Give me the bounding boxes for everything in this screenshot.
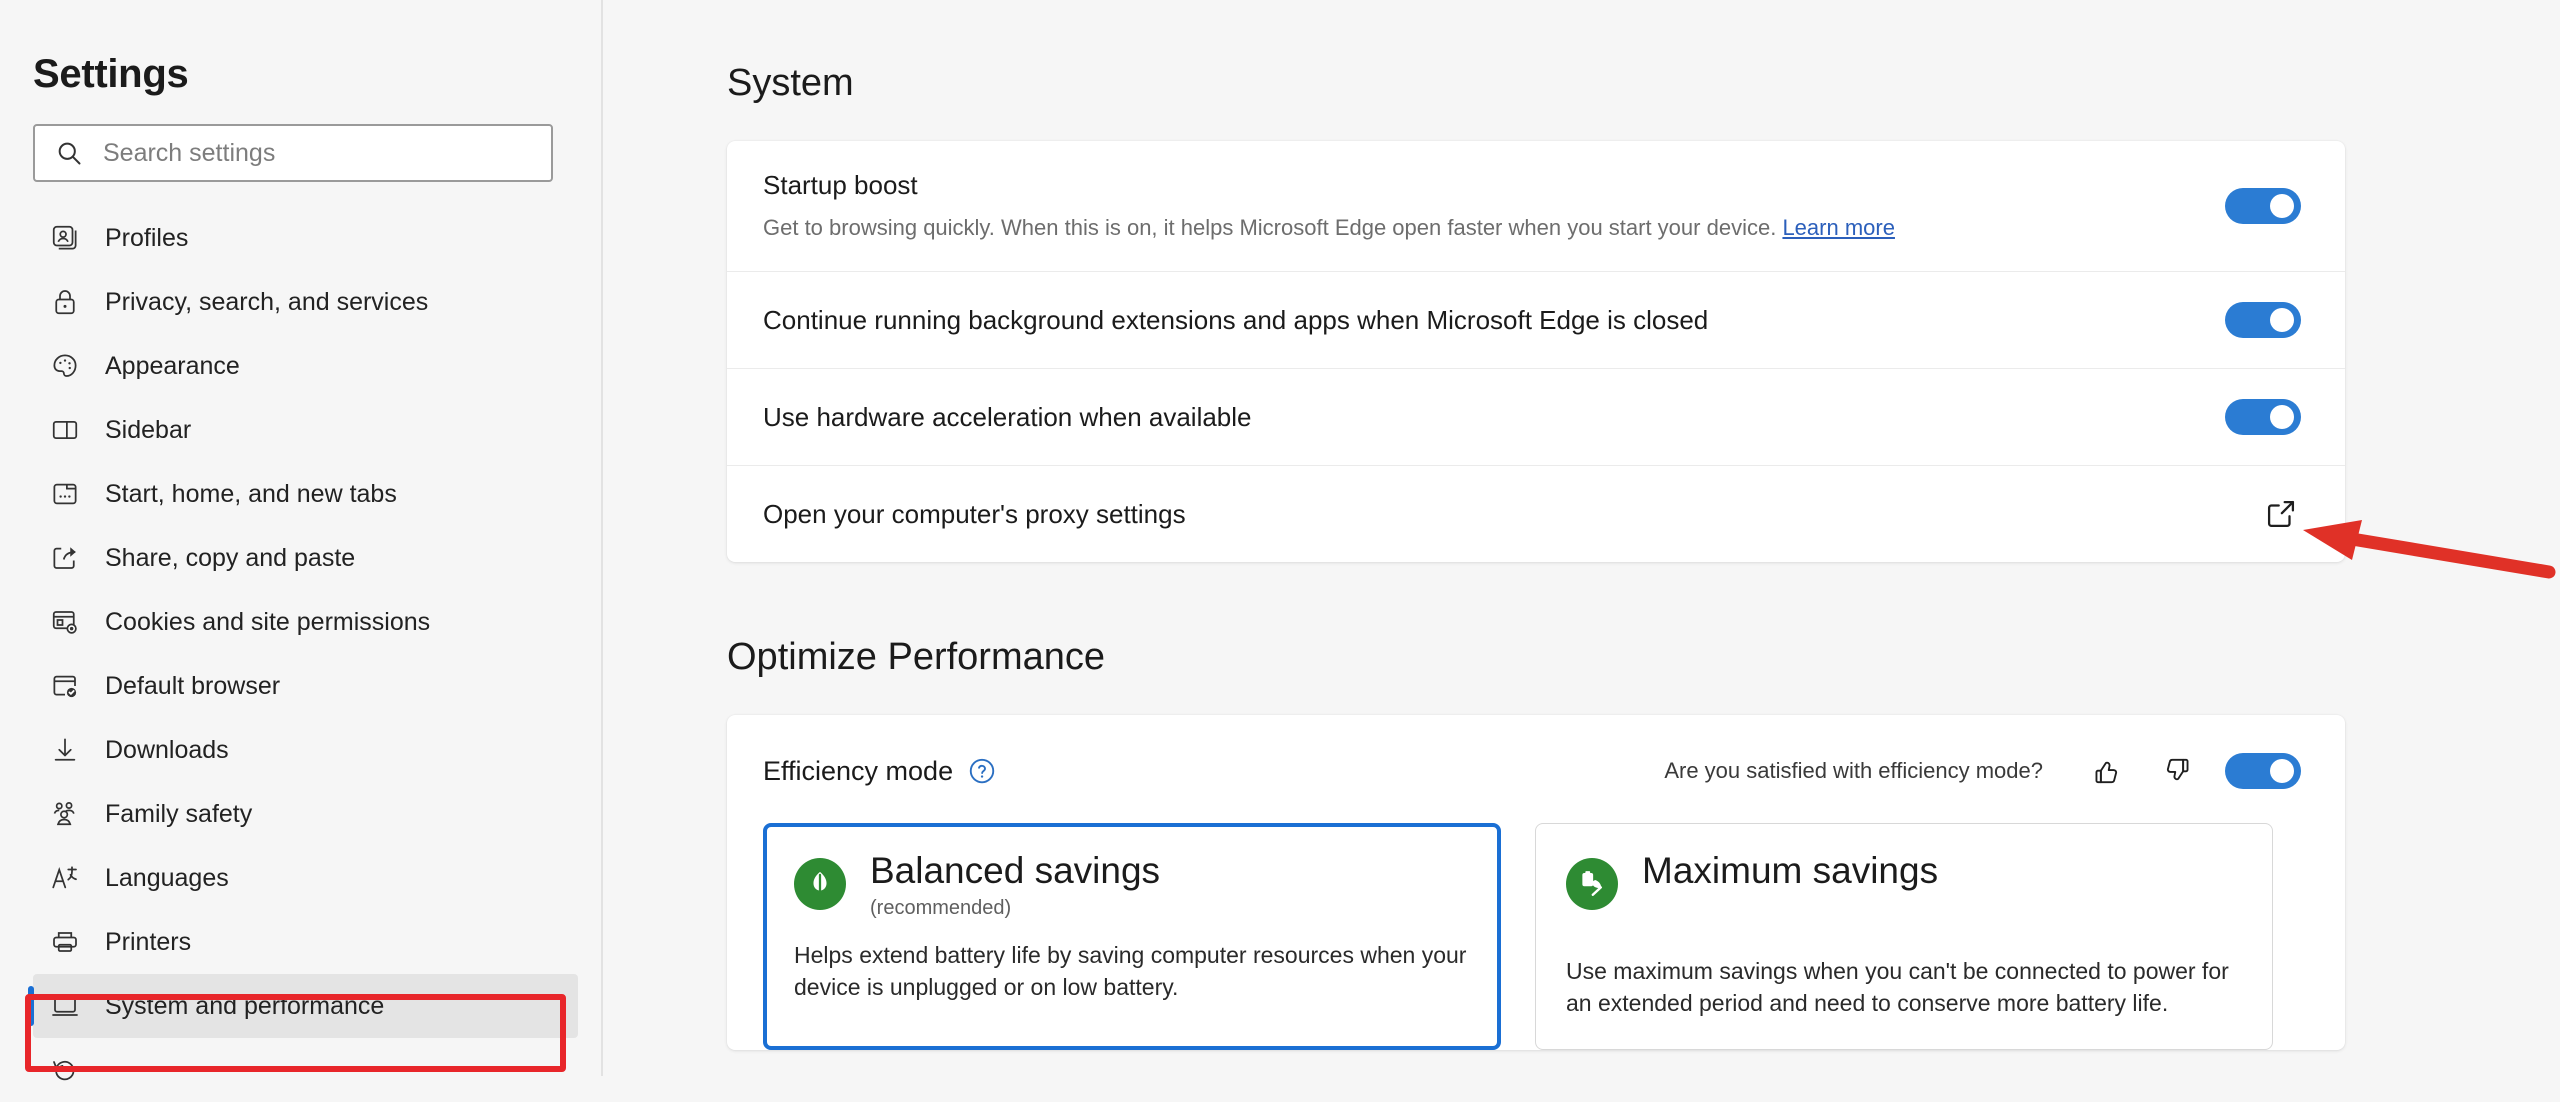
- sidebar-item-partially-visible[interactable]: [33, 1038, 578, 1102]
- sidebar-item-family-safety[interactable]: Family safety: [33, 782, 578, 846]
- download-arrow-icon: [47, 732, 83, 768]
- row-background-extensions: Continue running background extensions a…: [727, 271, 2345, 368]
- feedback-question: Are you satisfied with efficiency mode?: [1664, 758, 2043, 783]
- thumbs-up-icon[interactable]: [2085, 749, 2129, 793]
- learn-more-link[interactable]: Learn more: [1782, 215, 1895, 240]
- palette-icon: [47, 348, 83, 384]
- sidebar-item-label: Start, home, and new tabs: [105, 479, 397, 508]
- mode-header: Balanced savings (recommended): [794, 850, 1470, 920]
- maximum-savings-option[interactable]: Maximum savings Use maximum savings when…: [1535, 823, 2273, 1051]
- row-subtitle-text: Get to browsing quickly. When this is on…: [763, 215, 1777, 241]
- sidebar-item-start-home-new-tabs[interactable]: Start, home, and new tabs: [33, 462, 578, 526]
- sidebar-item-label: Downloads: [105, 735, 229, 764]
- help-circle-icon[interactable]: [967, 756, 997, 786]
- sidebar-item-printers[interactable]: Printers: [33, 910, 578, 974]
- leaf-battery-badge-icon: [1566, 858, 1618, 910]
- mode-header: Maximum savings: [1566, 850, 2242, 910]
- page-title: Settings: [33, 52, 189, 96]
- sidebar-item-share-copy-paste[interactable]: Share, copy and paste: [33, 526, 578, 590]
- efficiency-mode-header: Efficiency mode Are you satisfied with e…: [763, 749, 2301, 793]
- sidebar-item-label: Family safety: [105, 799, 253, 828]
- sidebar-item-label: Profiles: [105, 223, 189, 252]
- window-dots-icon: [47, 476, 83, 512]
- profiles-icon: [47, 220, 83, 256]
- leaf-badge-icon: [794, 858, 846, 910]
- sidebar-item-privacy-search-services[interactable]: Privacy, search, and services: [33, 270, 578, 334]
- toggle-knob: [2270, 308, 2294, 332]
- search-settings-box[interactable]: [33, 124, 553, 182]
- settings-main-content: System Startup boost Get to browsing qui…: [603, 0, 2560, 1076]
- sidebar-icon: [47, 412, 83, 448]
- row-title: Startup boost: [763, 170, 918, 201]
- sidebar-item-cookies-site-permissions[interactable]: Cookies and site permissions: [33, 590, 578, 654]
- sidebar-item-label: Sidebar: [105, 415, 192, 444]
- sidebar-item-profiles[interactable]: Profiles: [33, 206, 578, 270]
- startup-boost-toggle[interactable]: [2225, 188, 2301, 224]
- system-section-heading: System: [727, 62, 854, 104]
- sidebar-item-sidebar[interactable]: Sidebar: [33, 398, 578, 462]
- sidebar-item-label: Languages: [105, 863, 229, 892]
- browser-check-icon: [47, 668, 83, 704]
- sidebar-item-label: Appearance: [105, 351, 240, 380]
- system-settings-card: Startup boost Get to browsing quickly. W…: [727, 141, 2345, 562]
- sidebar-item-system-and-performance[interactable]: System and performance: [28, 974, 578, 1038]
- toggle-knob: [2270, 405, 2294, 429]
- toggle-knob: [2270, 194, 2294, 218]
- sidebar-item-label: Cookies and site permissions: [105, 607, 431, 636]
- sidebar-item-label: System and performance: [105, 991, 385, 1020]
- sidebar-item-default-browser[interactable]: Default browser: [33, 654, 578, 718]
- mode-title: Maximum savings: [1642, 850, 1939, 891]
- selection-indicator: [28, 986, 34, 1026]
- row-hardware-acceleration: Use hardware acceleration when available: [727, 368, 2345, 465]
- sidebar-item-label: Default browser: [105, 671, 281, 700]
- mode-title: Balanced savings: [870, 850, 1161, 891]
- efficiency-mode-card: Efficiency mode Are you satisfied with e…: [727, 715, 2345, 1051]
- search-input[interactable]: [101, 137, 505, 169]
- monitor-icon: [47, 988, 83, 1024]
- mode-titles: Maximum savings: [1642, 850, 1939, 897]
- row-title: Continue running background extensions a…: [763, 304, 1709, 335]
- sidebar-item-languages[interactable]: Languages: [33, 846, 578, 910]
- settings-sidebar: Settings Profiles: [0, 0, 603, 1081]
- sidebar-item-label: Privacy, search, and services: [105, 287, 429, 316]
- reset-settings-icon: [47, 1052, 83, 1088]
- thumbs-down-icon[interactable]: [2155, 749, 2199, 793]
- toggle-knob: [2270, 759, 2294, 783]
- sidebar-item-label: Share, copy and paste: [105, 543, 356, 572]
- printer-icon: [47, 924, 83, 960]
- share-icon: [47, 540, 83, 576]
- mode-titles: Balanced savings (recommended): [870, 850, 1161, 920]
- row-title: Open your computer's proxy settings: [763, 498, 1186, 529]
- sidebar-item-appearance[interactable]: Appearance: [33, 334, 578, 398]
- language-icon: [47, 860, 83, 896]
- optimize-performance-heading: Optimize Performance: [727, 636, 1106, 678]
- sidebar-item-label: Printers: [105, 927, 192, 956]
- lock-icon: [47, 284, 83, 320]
- external-link-icon[interactable]: [2261, 494, 2301, 534]
- hardware-acceleration-toggle[interactable]: [2225, 399, 2301, 435]
- row-startup-boost: Startup boost Get to browsing quickly. W…: [727, 141, 2345, 271]
- mode-description: Use maximum savings when you can't be co…: [1566, 958, 2229, 1016]
- balanced-savings-option[interactable]: Balanced savings (recommended) Helps ext…: [763, 823, 1501, 1051]
- sidebar-item-downloads[interactable]: Downloads: [33, 718, 578, 782]
- search-icon: [55, 139, 83, 167]
- mode-recommended-note: (recommended): [870, 896, 1012, 919]
- background-extensions-toggle[interactable]: [2225, 302, 2301, 338]
- family-icon: [47, 796, 83, 832]
- efficiency-mode-toggle[interactable]: [2225, 753, 2301, 789]
- cookies-gear-icon: [47, 604, 83, 640]
- row-title: Use hardware acceleration when available: [763, 401, 1252, 432]
- savings-mode-options: Balanced savings (recommended) Helps ext…: [763, 823, 2301, 1051]
- mode-description: Helps extend battery life by saving comp…: [794, 941, 1467, 1000]
- row-proxy-settings[interactable]: Open your computer's proxy settings: [727, 465, 2345, 562]
- settings-nav: Profiles Privacy, search, and services A…: [0, 206, 601, 1102]
- row-subtitle: Get to browsing quickly. When this is on…: [763, 214, 2225, 242]
- efficiency-mode-label: Efficiency mode: [763, 755, 954, 786]
